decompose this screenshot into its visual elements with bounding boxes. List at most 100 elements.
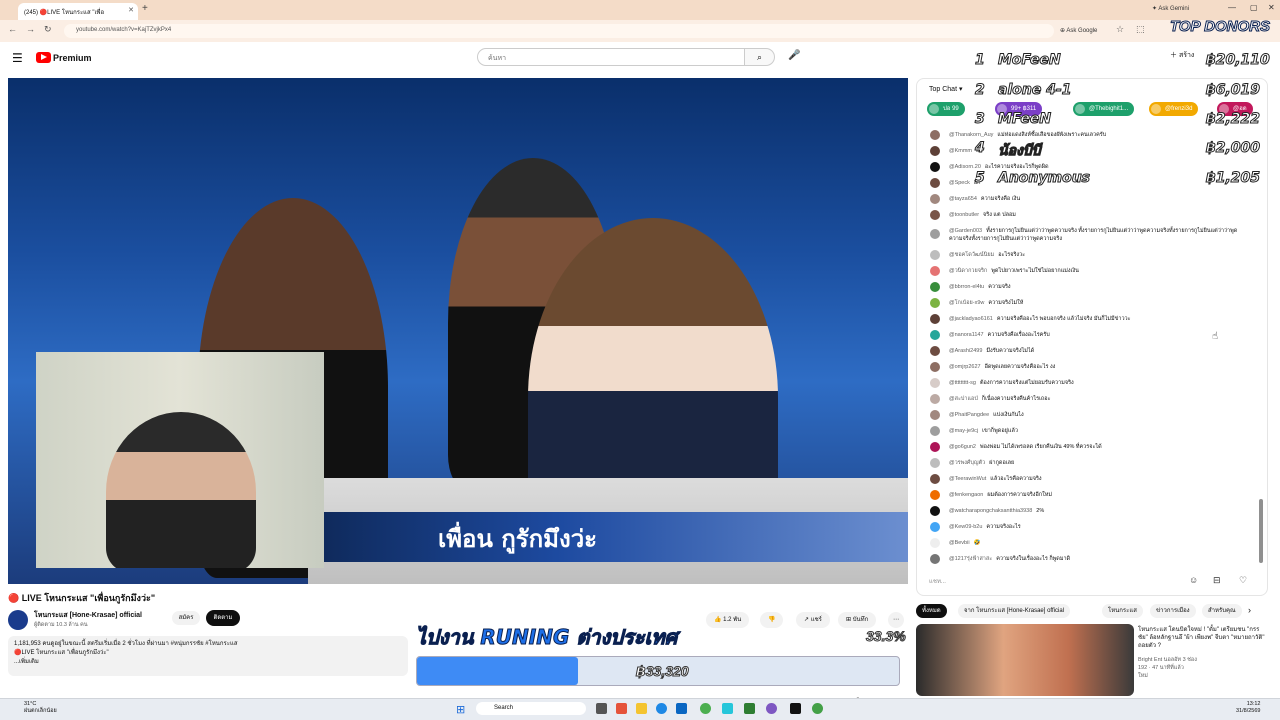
minimize-icon[interactable]: — xyxy=(1228,3,1236,12)
chat-message[interactable]: @fenkengaon ผมต้องการความจริงอีกใหม่ xyxy=(917,487,1257,503)
chat-message[interactable]: @jackladyao6161 ความจริงคืออะไร พอบอกจริง… xyxy=(917,311,1257,327)
chat-author[interactable]: @1217รุ่งฟ้าสาสะ xyxy=(949,556,992,562)
chat-scrollbar[interactable] xyxy=(1259,499,1263,563)
chat-author[interactable]: @tayza654 xyxy=(949,196,977,202)
chat-author[interactable]: @Bevbii xyxy=(949,540,970,546)
super-chat-icon[interactable]: ⊟ xyxy=(1213,575,1221,586)
chat-message[interactable]: @watcharapongchaksantthia3938 2% xyxy=(917,503,1257,519)
pinned-supporter[interactable]: @frenzi3d xyxy=(1149,102,1199,116)
recommended-title[interactable]: โหนกระแส โดนบิดใจหม่ ! "ตั้ม" เตรียมชน "… xyxy=(1138,626,1268,650)
edge-icon[interactable] xyxy=(656,703,667,714)
chat-author[interactable]: @toonbutler xyxy=(949,212,979,218)
menu-icon[interactable]: ☰ xyxy=(12,51,23,65)
chat-author[interactable]: @Kew09-b2u xyxy=(949,524,982,530)
chat-message[interactable]: @omjrp2627 อีดพูดเลยความจริงคืออะไร งง xyxy=(917,359,1257,375)
close-icon[interactable]: ✕ xyxy=(128,6,134,14)
chat-message[interactable]: @ttttttttt-sg ต้องการความจริงแต่ไม่ยอมรับ… xyxy=(917,375,1257,391)
filter-chip[interactable]: สำหรับคุณ xyxy=(1202,604,1242,618)
extensions-icon[interactable]: ⬚ xyxy=(1136,24,1145,35)
chat-author[interactable]: @Arashi2499 xyxy=(949,348,982,354)
chat-author[interactable]: @วนิดากวยจริก xyxy=(949,268,987,274)
app-icon[interactable] xyxy=(766,703,777,714)
chat-author[interactable]: @may-je9cj xyxy=(949,428,978,434)
chat-author[interactable]: @fenkengaon xyxy=(949,492,983,498)
video-description[interactable]: 1,181,953 คนดูอยู่ในขณะนี้ สตรีมเริ่มเมื… xyxy=(8,636,408,676)
chat-author[interactable]: @omjrp2627 xyxy=(949,364,981,370)
ask-gemini-button[interactable]: ✦ Ask Gemini xyxy=(1152,5,1189,12)
chat-message[interactable]: @TeerawinWut แล้วอะไรคือความจริง xyxy=(917,471,1257,487)
chat-message[interactable]: @Kew09-b2u ความจริงอะไร xyxy=(917,519,1257,535)
youtube-logo-icon[interactable] xyxy=(36,52,51,63)
chat-message[interactable]: @1217รุ่งฟ้าสาสะ ความจริงในเรื่องอะไร ก็พ… xyxy=(917,551,1257,567)
windows-start-icon[interactable]: ⊞ xyxy=(456,703,465,716)
weather-widget[interactable]: 31°C ฝนตกเล็กน้อย xyxy=(24,701,57,715)
chat-message[interactable]: @go6gun2 พ่องพ่อม ไม่ได้เพรอลด เรียกคืนเง… xyxy=(917,439,1257,455)
app-icon[interactable] xyxy=(790,703,801,714)
chat-message[interactable]: @PhaitPangdee แบ่งเงินกันไง xyxy=(917,407,1257,423)
app-icon[interactable] xyxy=(722,703,733,714)
chat-message[interactable]: @may-je9cj เขาก็พูดอยู่แล้ว xyxy=(917,423,1257,439)
chat-message[interactable]: @วรพงศ์บุญตัว ผ่ากูดอเลย xyxy=(917,455,1257,471)
emoji-icon[interactable]: ☺ xyxy=(1189,575,1198,585)
more-actions-icon[interactable]: ⋯ xyxy=(888,612,904,628)
browser-tab-active[interactable]: (245) 🔴LIVE โหนกระแส "เพื่อ ✕ xyxy=(18,3,138,20)
task-view-icon[interactable] xyxy=(596,703,607,714)
filter-chip[interactable]: ทั้งหมด xyxy=(916,604,947,618)
chat-message[interactable]: @โกเบ้อย-x9w ความจริงไม่ให้ xyxy=(917,295,1257,311)
chat-author[interactable]: @วรพงศ์บุญตัว xyxy=(949,460,985,466)
chat-message[interactable]: @Arashi2499 มึงรับความจริงไม่ได้ xyxy=(917,343,1257,359)
pinned-supporter[interactable]: ปอ 99 xyxy=(927,102,965,116)
app-icon[interactable] xyxy=(744,703,755,714)
chat-author[interactable]: @ttttttttt-sg xyxy=(949,380,976,386)
create-button[interactable]: ＋ สร้าง xyxy=(1170,50,1194,61)
app-icon[interactable] xyxy=(616,703,627,714)
chat-author[interactable]: @ชอคโดวัฒน์นิยม xyxy=(949,252,994,258)
chat-message[interactable]: @tayza654 ความจริงคือ เงิน xyxy=(917,191,1257,207)
chevron-right-icon[interactable]: › xyxy=(1248,605,1251,615)
maximize-icon[interactable]: ▢ xyxy=(1250,3,1258,12)
taskbar-clock[interactable]: 13:12 31/8/2569 xyxy=(1236,701,1260,715)
chat-message[interactable]: @ชอคโดวัฒน์นิยม อะไรจริงวะ xyxy=(917,247,1257,263)
filter-chip[interactable]: จาก โหนกระแส [Hone-Krasae] official xyxy=(958,604,1070,618)
share-button[interactable]: ↗ แชร์ xyxy=(796,612,830,628)
search-input[interactable]: ค้นหา xyxy=(477,48,745,66)
chat-message[interactable]: @toonbutler จริง แต ปลอม xyxy=(917,207,1257,223)
url-field[interactable]: youtube.com/watch?v=KajTZvjkPx4 xyxy=(64,24,1054,38)
like-button[interactable]: 👍 1.2 พัน xyxy=(706,612,750,628)
taskbar-search[interactable]: Search xyxy=(476,702,586,715)
reload-icon[interactable]: ↻ xyxy=(44,24,52,35)
description-more[interactable]: ...เพิ่มเติม xyxy=(14,658,402,667)
channel-name[interactable]: โหนกระแส [Hone-Krasae] official xyxy=(34,610,142,621)
chrome-icon[interactable] xyxy=(700,703,711,714)
chat-author[interactable]: @โกเบ้อย-x9w xyxy=(949,300,984,306)
forward-icon[interactable]: → xyxy=(26,24,35,34)
heart-icon[interactable]: ♡ xyxy=(1239,575,1247,586)
chat-author[interactable]: @Kmmm xyxy=(949,148,972,154)
new-tab-icon[interactable]: + xyxy=(142,3,148,14)
dislike-button[interactable]: 👎 xyxy=(760,612,784,628)
chat-author[interactable]: @Thanakorn_Auy xyxy=(949,132,993,138)
join-button[interactable]: สมัคร xyxy=(172,611,200,625)
chat-author[interactable]: @สะปาแอป่ xyxy=(949,396,978,402)
chat-author[interactable]: @TeerawinWut xyxy=(949,476,986,482)
search-icon[interactable]: ⌕ xyxy=(745,48,775,66)
chat-message[interactable]: @Bevbii 🤣 xyxy=(917,535,1257,551)
chat-message[interactable]: @Garden003 ทั้งรายการกูไม่ยินแต่ว่าว่าพูด… xyxy=(917,223,1257,247)
youtube-premium-brand[interactable]: Premium xyxy=(53,53,92,63)
file-explorer-icon[interactable] xyxy=(636,703,647,714)
filter-chip[interactable]: ข่าวการเมือง xyxy=(1150,604,1196,618)
back-icon[interactable]: ← xyxy=(8,24,17,34)
chat-author[interactable]: @bbrron-el4tu xyxy=(949,284,984,290)
ask-google-button[interactable]: ⊕ Ask Google xyxy=(1060,27,1097,34)
chat-message[interactable]: @วนิดากวยจริก พูดไปยาวเพราะไม่ใช่ไม่อยากแ… xyxy=(917,263,1257,279)
microphone-icon[interactable]: 🎤 xyxy=(788,50,800,61)
chrome-icon[interactable] xyxy=(812,703,823,714)
channel-avatar[interactable] xyxy=(8,610,28,630)
window-close-icon[interactable]: ✕ xyxy=(1268,3,1275,12)
recommended-thumbnail[interactable] xyxy=(916,624,1134,696)
chat-author[interactable]: @jackladyao6161 xyxy=(949,316,993,322)
chat-message[interactable]: @bbrron-el4tu ความจริง xyxy=(917,279,1257,295)
chat-author[interactable]: @Garden003 xyxy=(949,228,982,234)
chat-author[interactable]: @nanora1147 xyxy=(949,332,984,338)
pinned-supporter[interactable]: @Thebighit1... xyxy=(1073,102,1135,116)
